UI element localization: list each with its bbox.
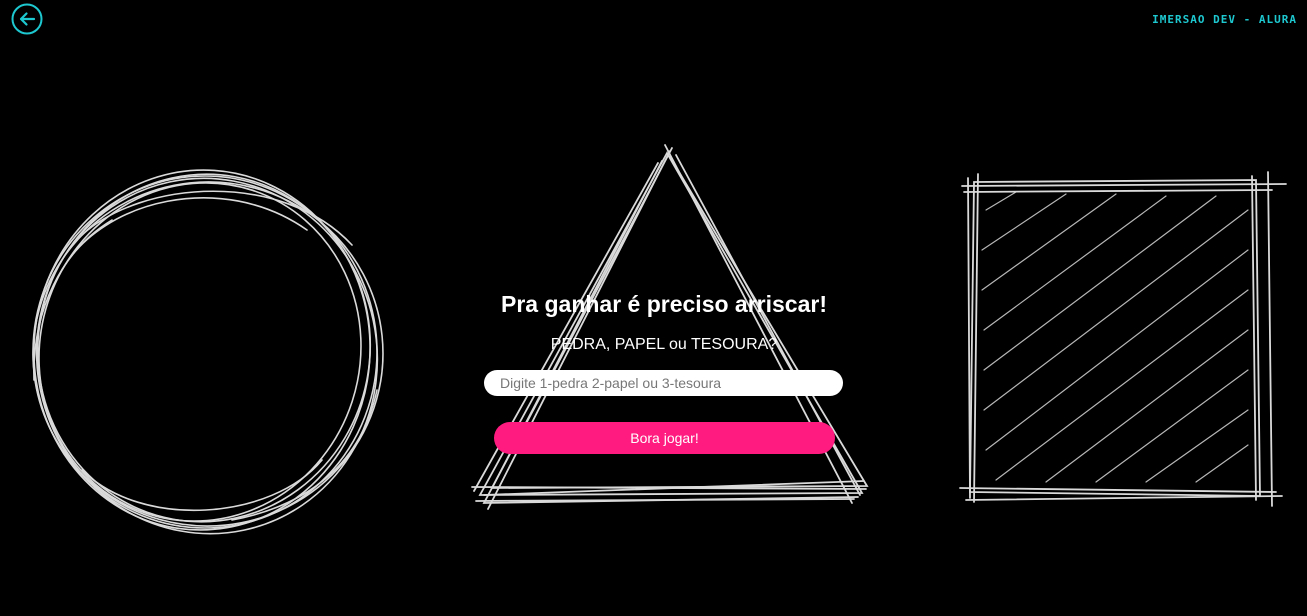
game-panel: Pra ganhar é preciso arriscar! PEDRA, PA… bbox=[480, 288, 848, 454]
arrow-left-circle-icon[interactable] bbox=[11, 3, 43, 35]
page-title: Pra ganhar é preciso arriscar! bbox=[501, 291, 827, 317]
game-page: IMERSAO DEV - ALURA Pra ganhar é preciso… bbox=[0, 0, 1307, 616]
square-sketch-icon bbox=[959, 171, 1287, 507]
play-button[interactable]: Bora jogar! bbox=[494, 422, 835, 454]
choice-input[interactable] bbox=[484, 370, 843, 396]
game-question: PEDRA, PAPEL ou TESOURA? bbox=[550, 336, 778, 353]
circle-sketch-icon bbox=[32, 169, 384, 535]
brand-logo-text: IMERSAO DEV - ALURA bbox=[1152, 13, 1297, 26]
